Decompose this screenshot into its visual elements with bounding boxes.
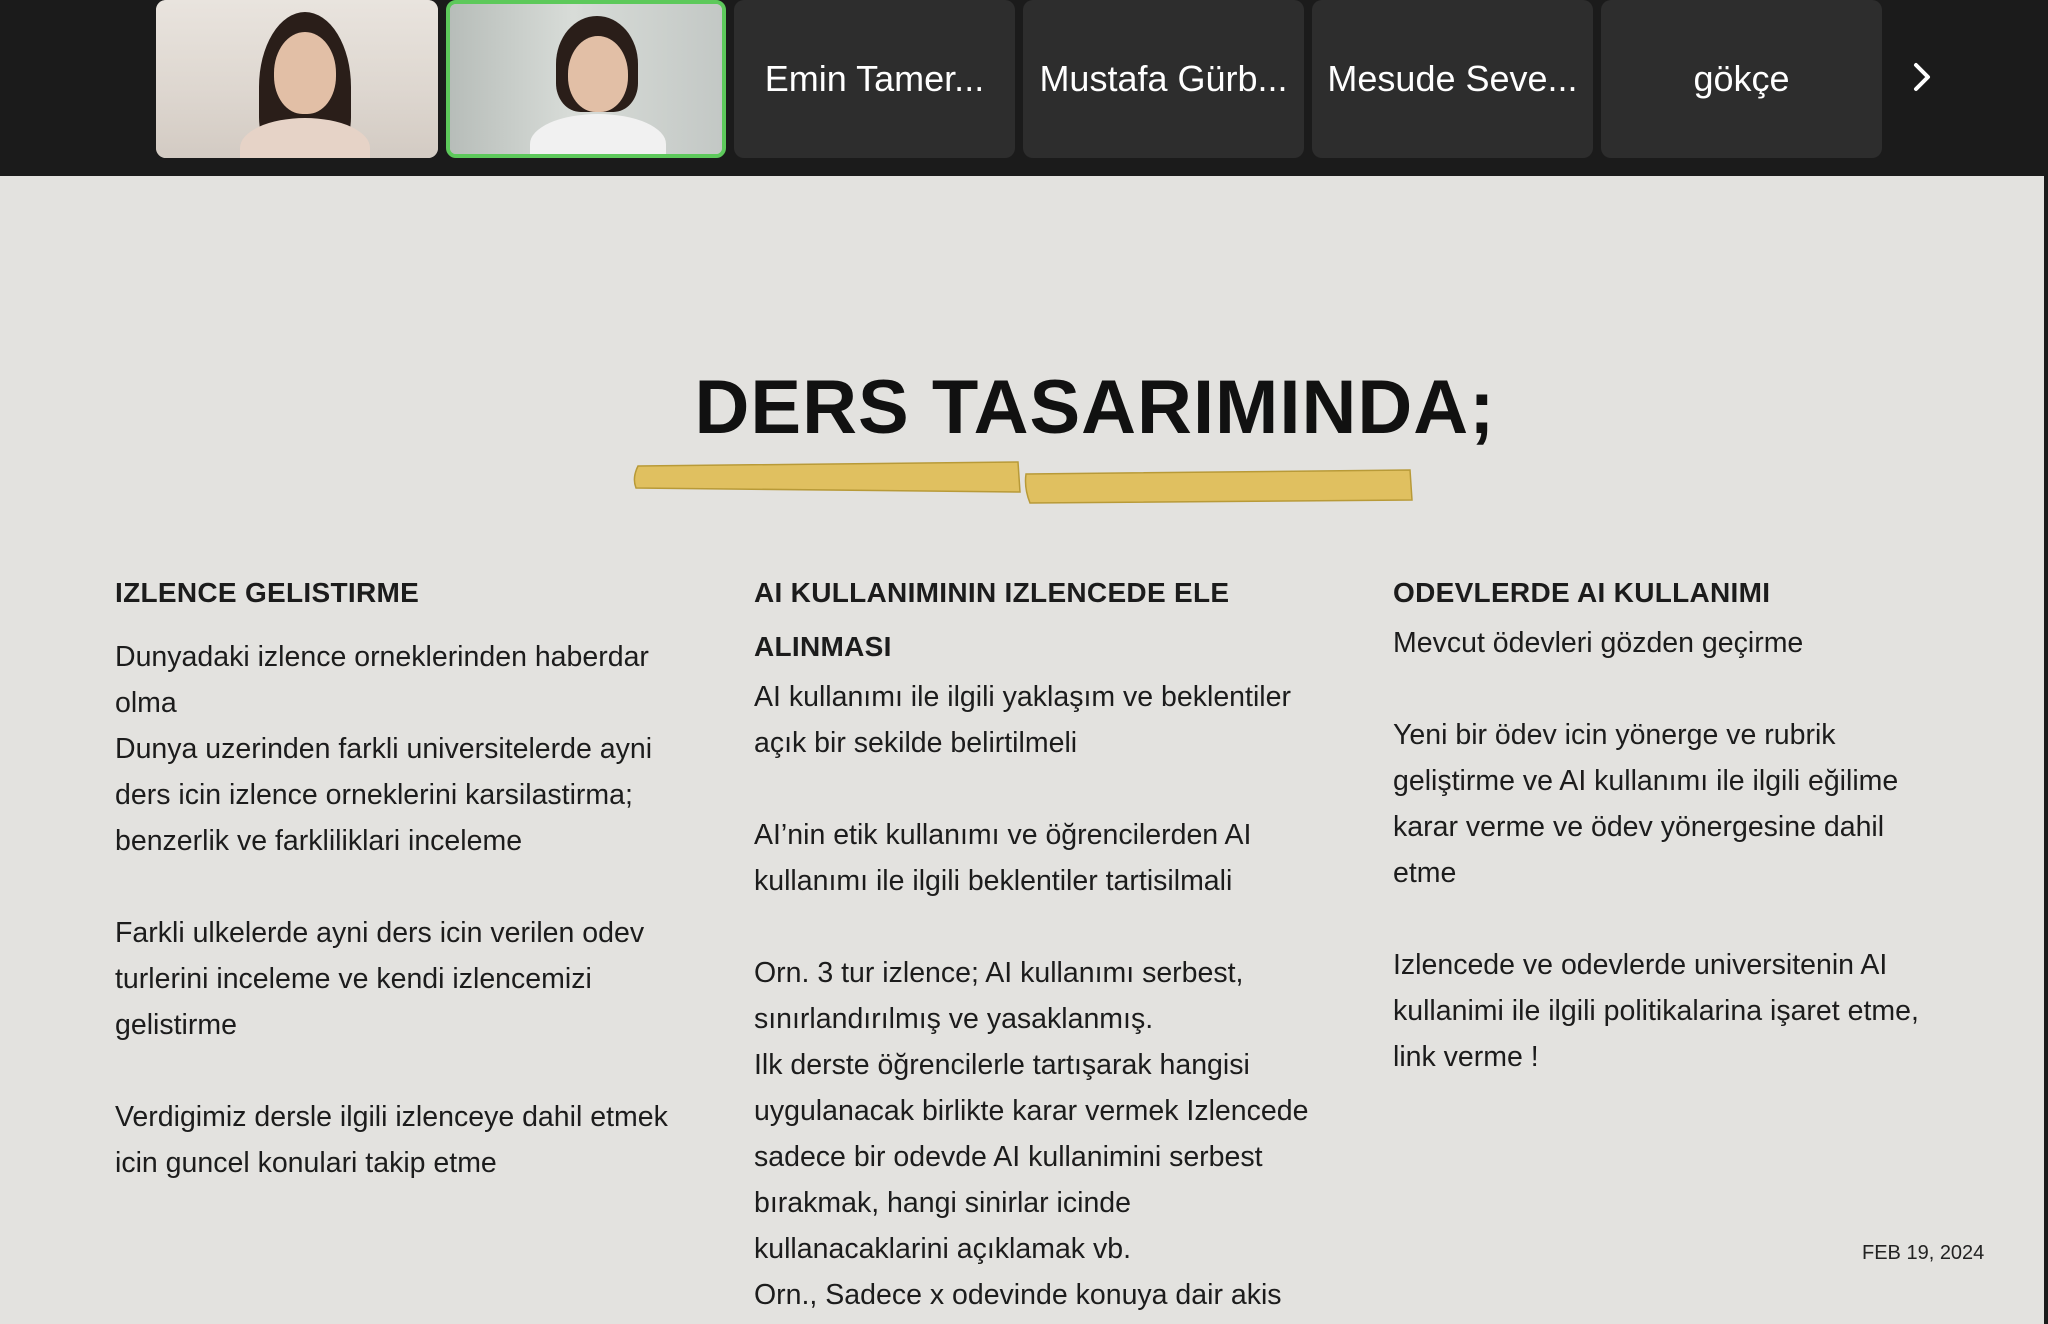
participant-tile-4[interactable]: gökçe: [1601, 0, 1882, 158]
column-ai-kullaniminin-izlencede: AI KULLANIMININ IZLENCEDE ELE ALINMASI A…: [754, 566, 1314, 1324]
slide-edge: [2044, 176, 2048, 1324]
participant-tile-3[interactable]: Mesude Seve...: [1312, 0, 1593, 158]
participant-name: Emin Tamer...: [764, 58, 985, 99]
title-highlight-strokes: [633, 461, 1413, 504]
participant-name: Mustafa Gürb...: [1039, 58, 1288, 99]
column-paragraph: Yeni bir ödev icin yönerge ve rubrik gel…: [1393, 719, 1899, 889]
slide-title: DERS TASARIMINDA;: [694, 365, 1496, 450]
participant-strip: Emin Tamer... Mustafa Gürb... Mesude Sev…: [0, 0, 2048, 176]
shared-slide: DERS TASARIMINDA; IZLENCE GELISTIRME Dun…: [0, 176, 2048, 1324]
column-heading: ODEVLERDE AI KULLANIMI: [1393, 577, 1771, 608]
column-paragraph: AI kullanımı ile ilgili yaklaşım ve bekl…: [754, 681, 1291, 759]
participant-face: [274, 32, 336, 114]
participant-name: Mesude Seve...: [1327, 58, 1578, 99]
column-paragraph: Dunyadaki izlence orneklerinden haberdar…: [115, 641, 653, 857]
column-heading: AI KULLANIMININ IZLENCEDE ELE ALINMASI: [754, 577, 1230, 662]
column-paragraph: AI’nin etik kullanımı ve öğrencilerden A…: [754, 819, 1252, 897]
participant-tile-1[interactable]: Emin Tamer...: [734, 0, 1015, 158]
column-paragraph: Orn. 3 tur izlence; AI kullanımı serbest…: [754, 957, 1309, 1311]
slide-date: FEB 19, 2024: [1862, 1242, 1985, 1264]
column-heading: IZLENCE GELISTIRME: [115, 577, 420, 608]
participant-name: gökçe: [1693, 58, 1790, 99]
column-paragraph: Verdigimiz dersle ilgili izlenceye dahil…: [115, 1101, 668, 1179]
participant-video-2-active-speaker[interactable]: [446, 0, 726, 158]
column-izlence-gelistirme: IZLENCE GELISTIRME Dunyadaki izlence orn…: [115, 566, 675, 1186]
participant-tile-2[interactable]: Mustafa Gürb...: [1023, 0, 1304, 158]
highlight-stroke-right: [1024, 469, 1413, 504]
participant-video-1[interactable]: [156, 0, 438, 158]
column-paragraph: Mevcut ödevleri gözden geçirme: [1393, 627, 1804, 659]
chevron-right-icon[interactable]: [1900, 55, 1944, 99]
column-odevlerde-ai-kullanimi: ODEVLERDE AI KULLANIMI Mevcut ödevleri g…: [1393, 566, 1953, 1080]
chevron-right-glyph: [1914, 63, 1930, 91]
participant-face: [568, 36, 628, 112]
column-paragraph: Izlencede ve odevlerde universitenin AI …: [1393, 949, 1919, 1073]
column-paragraph: Farkli ulkelerde ayni ders icin verilen …: [115, 917, 645, 1041]
highlight-stroke-left: [633, 461, 1021, 493]
